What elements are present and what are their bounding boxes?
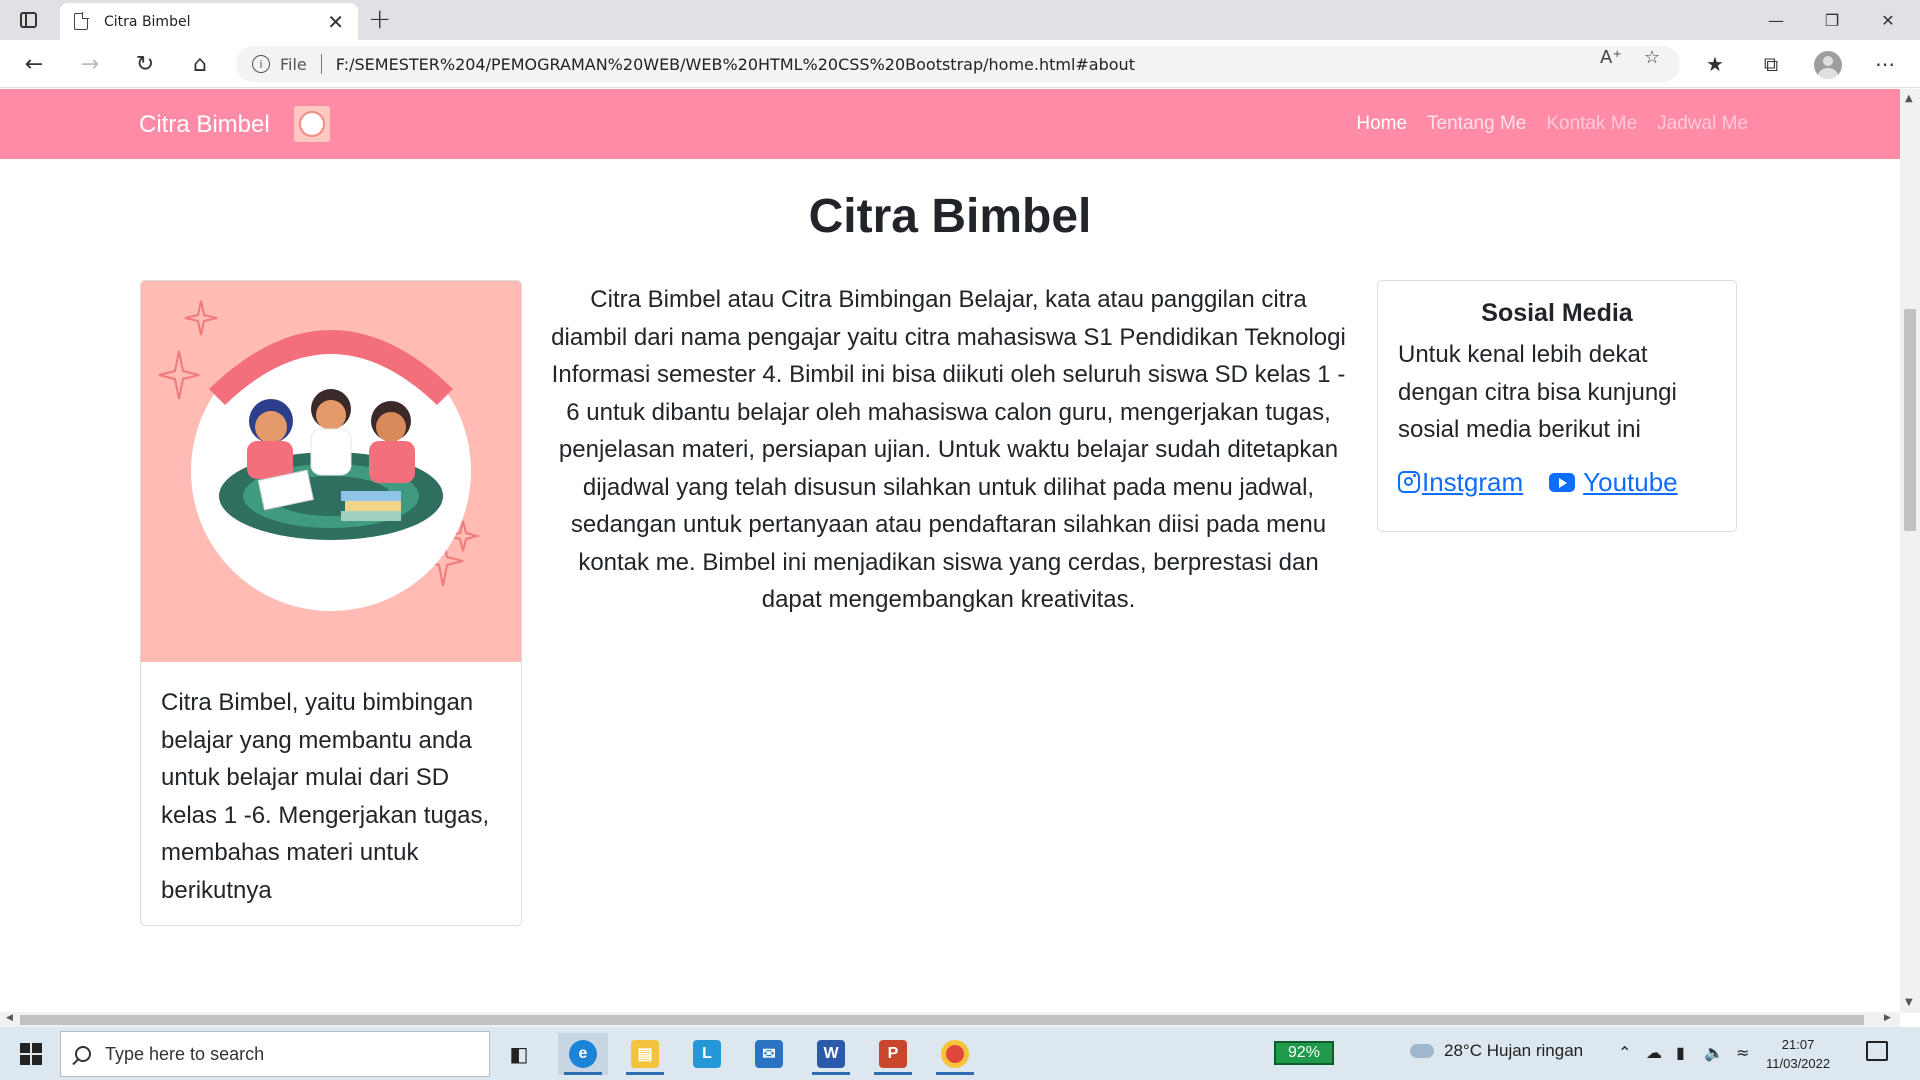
tab-actions-icon[interactable] [16,9,40,31]
brand-logo-icon [294,106,330,142]
social-card-text: Untuk kenal lebih dekat dengan citra bis… [1398,341,1677,443]
instagram-label[interactable]: Instgram [1422,467,1523,498]
scroll-left-icon[interactable]: ◀ [6,1013,13,1023]
home-icon[interactable]: ⌂ [184,48,216,80]
youtube-link[interactable]: Youtube [1549,467,1678,498]
browser-tab-bar: Citra Bimbel ✕ + — ❐ ✕ [0,0,1920,40]
favorites-icon[interactable]: ★ [1700,50,1730,78]
chrome-icon[interactable] [930,1033,980,1075]
minimize-icon[interactable]: — [1748,0,1804,40]
onedrive-icon[interactable]: ☁ [1646,1043,1662,1062]
tray-chevron-icon[interactable]: ⌃ [1618,1043,1631,1062]
cloud-rain-icon [1410,1044,1434,1058]
nav-kontak[interactable]: Kontak Me [1546,113,1637,135]
search-placeholder: Type here to search [105,1043,265,1064]
word-icon[interactable]: W [806,1033,856,1075]
address-prefix: File [280,54,307,74]
page-title: Citra Bimbel [808,190,1092,243]
social-links: Instgram Youtube [1398,467,1716,498]
search-icon [75,1046,91,1062]
new-tab-icon[interactable]: + [368,5,391,33]
tab-close-icon[interactable]: ✕ [327,12,344,32]
battery-widget[interactable]: 92% [1274,1041,1334,1065]
clock-time: 21:07 [1781,1037,1815,1052]
nav-jadwal[interactable]: Jadwal Me [1657,113,1748,135]
browser-toolbar: ← → ↻ ⌂ i File F:/SEMESTER%204/PEMOGRAMA… [0,40,1920,88]
address-bar[interactable]: i File F:/SEMESTER%204/PEMOGRAMAN%20WEB/… [236,46,1680,82]
instagram-link[interactable]: Instgram [1398,467,1523,498]
back-icon[interactable]: ← [18,48,50,80]
collections-icon[interactable]: ⧉ [1756,50,1786,78]
youtube-label[interactable]: Youtube [1583,467,1677,498]
site-navbar: Citra Bimbel Home Tentang Me Kontak Me J… [0,89,1900,159]
system-clock[interactable]: 21:07 11/03/2022 [1766,1035,1830,1073]
add-favorite-icon[interactable]: ☆ [1644,47,1660,68]
file-explorer-icon[interactable]: ▤ [620,1033,670,1075]
nav-tentang[interactable]: Tentang Me [1427,113,1526,135]
scroll-up-icon[interactable]: ▲ [1905,93,1913,104]
instagram-icon [1398,471,1420,493]
windows-taskbar: Type here to search ◧ e ▤ L ✉ W P 92% 28… [0,1027,1920,1080]
about-card-text: Citra Bimbel, yaitu bimbingan belajar ya… [161,689,490,904]
vertical-scrollbar[interactable]: ▲ ▼ [1900,89,1920,1013]
taskbar-search[interactable]: Type here to search [60,1031,490,1077]
powerpoint-icon[interactable]: P [868,1033,918,1075]
weather-widget[interactable]: 28°C Hujan ringan [1410,1041,1583,1061]
social-media-card: Sosial Media Untuk kenal lebih dekat den… [1377,280,1737,532]
site-menu: Home Tentang Me Kontak Me Jadwal Me [1356,113,1748,135]
page-viewport: Citra Bimbel Home Tentang Me Kontak Me J… [0,89,1900,1013]
nav-home[interactable]: Home [1356,113,1407,135]
horizontal-scroll-thumb[interactable] [20,1015,1864,1025]
scroll-down-icon[interactable]: ▼ [1905,997,1913,1008]
wifi-icon[interactable]: ≈ [1736,1043,1749,1062]
l-app-icon[interactable]: L [682,1033,732,1075]
profile-avatar[interactable] [1814,51,1842,79]
restore-icon[interactable]: ❐ [1804,0,1860,40]
volume-icon[interactable]: 🔈 [1704,1043,1724,1062]
forward-icon[interactable]: → [74,48,106,80]
site-info-icon[interactable]: i [252,55,270,73]
battery-icon[interactable]: ▮ [1676,1043,1685,1062]
window-close-icon[interactable]: ✕ [1860,0,1916,40]
url-text[interactable]: F:/SEMESTER%204/PEMOGRAMAN%20WEB/WEB%20H… [336,55,1135,74]
about-card: Citra Bimbel, yaitu bimbingan belajar ya… [140,280,522,926]
weather-text: 28°C Hujan ringan [1444,1041,1584,1060]
tab-title: Citra Bimbel [104,13,191,30]
vertical-scroll-thumb[interactable] [1904,309,1916,531]
site-brand[interactable]: Citra Bimbel [139,111,270,139]
youtube-icon [1549,472,1576,492]
scroll-right-icon[interactable]: ▶ [1884,1013,1891,1023]
address-separator [320,54,322,74]
social-card-title: Sosial Media [1481,299,1633,327]
horizontal-scrollbar[interactable]: ◀ ▶ [0,1012,1900,1027]
page-icon [74,12,89,30]
task-view-icon[interactable]: ◧ [494,1033,544,1075]
more-menu-icon[interactable]: ⋯ [1870,50,1900,78]
refresh-icon[interactable]: ↻ [129,48,161,80]
read-aloud-icon[interactable]: A⁺ [1600,47,1622,68]
notification-icon[interactable] [1866,1041,1888,1061]
edge-icon[interactable]: e [558,1033,608,1075]
mail-icon[interactable]: ✉ [744,1033,794,1075]
rumah-belajar-logo [141,281,521,662]
start-windows-icon[interactable] [20,1043,42,1065]
clock-date: 11/03/2022 [1766,1056,1831,1071]
browser-tab[interactable]: Citra Bimbel ✕ [60,3,358,40]
about-description: Citra Bimbel atau Citra Bimbingan Belaja… [551,286,1346,613]
